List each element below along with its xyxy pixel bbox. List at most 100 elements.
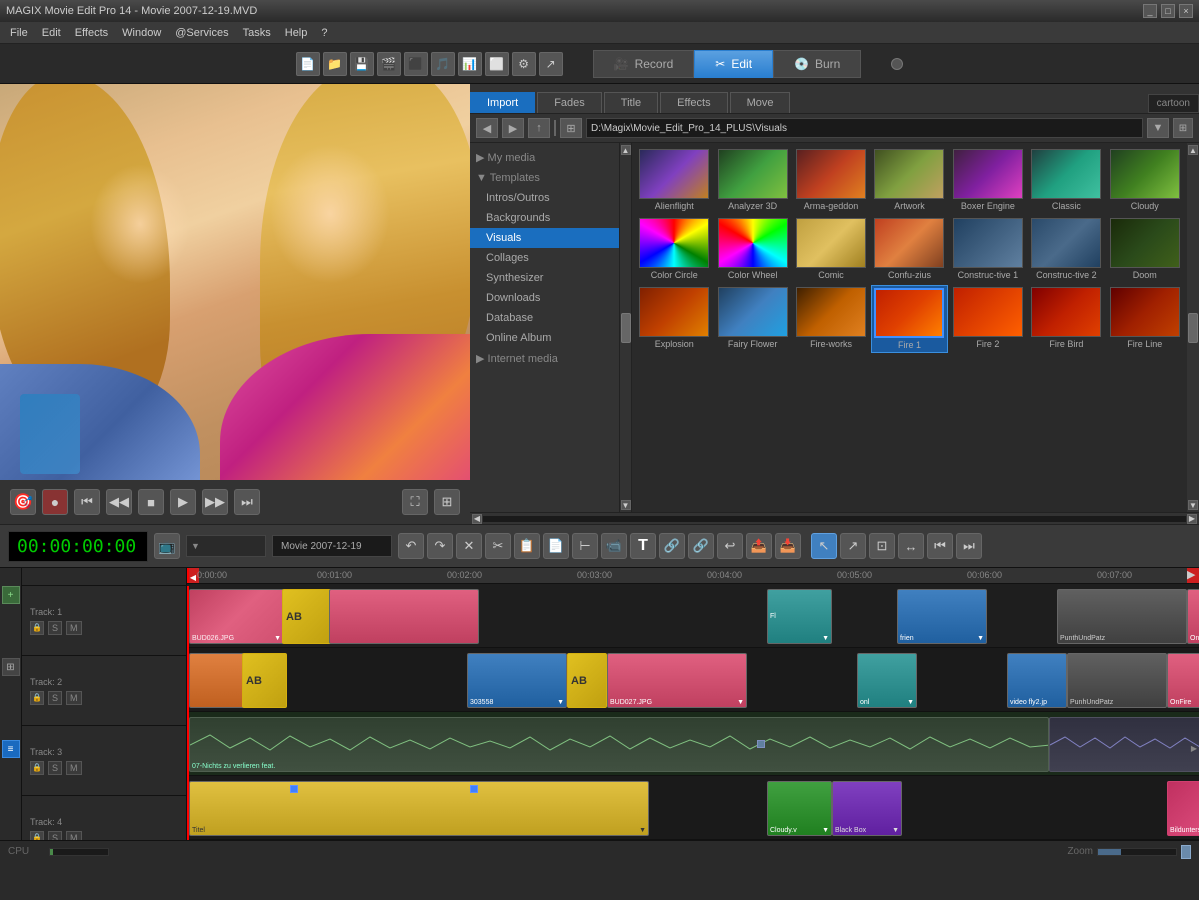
menu-effects[interactable]: Effects	[69, 25, 114, 41]
clip-audio-1[interactable]: 07-Nichts zu verlieren feat.	[189, 717, 1049, 772]
track-2-solo[interactable]: S	[48, 691, 62, 705]
clip-303558[interactable]: 303558 ▼	[467, 653, 567, 708]
clip-video-1[interactable]: Fl ▼	[767, 589, 832, 644]
menu-file[interactable]: File	[4, 25, 34, 41]
clip-video-1-dropdown[interactable]: ▼	[822, 635, 829, 642]
path-dropdown-btn[interactable]: ▼	[1147, 118, 1169, 138]
skip-fwd2-btn[interactable]: ⏭	[956, 533, 982, 559]
tree-synthesizer[interactable]: Synthesizer	[470, 268, 619, 288]
menu-window[interactable]: Window	[116, 25, 167, 41]
media-item-fire2[interactable]: Fire 2	[950, 285, 1026, 354]
menu-tasks[interactable]: Tasks	[237, 25, 277, 41]
tab-title[interactable]: Title	[604, 92, 658, 113]
tree-backgrounds[interactable]: Backgrounds	[470, 208, 619, 228]
tree-visuals[interactable]: Visuals	[470, 228, 619, 248]
track-3-mute[interactable]: M	[66, 761, 82, 775]
track-4-solo[interactable]: S	[48, 831, 62, 841]
video-btn[interactable]: 📹	[601, 533, 627, 559]
cursor-btn[interactable]: ↖	[811, 533, 837, 559]
timecode-format-select[interactable]: ▼	[186, 535, 266, 557]
media-item-alienflight[interactable]: Alienflight	[636, 147, 712, 214]
tab-move[interactable]: Move	[730, 92, 791, 113]
add-track-btn[interactable]: +	[2, 586, 20, 604]
clip-bud026[interactable]: BUD026.JPG ▼	[189, 589, 284, 644]
media-item-firebird[interactable]: Fire Bird	[1028, 285, 1104, 354]
grid-scrollbar[interactable]: ▲ ▼	[1187, 143, 1199, 512]
cut-btn[interactable]: ✂	[485, 533, 511, 559]
clip-audio-2[interactable]	[1049, 717, 1199, 772]
timeline-zoom-btn[interactable]: ⊞	[2, 658, 20, 676]
media-item-analyzer3d[interactable]: Analyzer 3D	[714, 147, 790, 214]
clip-blackbox-dropdown[interactable]: ▼	[892, 827, 899, 834]
clip-ab-t2b[interactable]: AB	[567, 653, 607, 708]
nav-fwd-btn[interactable]: ▶	[502, 118, 524, 138]
track-1-solo[interactable]: S	[48, 621, 62, 635]
media-item-fairy[interactable]: Fairy Flower	[714, 285, 790, 354]
clip-bud027[interactable]: BUD027.JPG ▼	[607, 653, 747, 708]
media-item-fire1[interactable]: Fire 1	[871, 285, 947, 354]
media-item-explosion[interactable]: Explosion	[636, 285, 712, 354]
menu-edit[interactable]: Edit	[36, 25, 67, 41]
track-3-solo[interactable]: S	[48, 761, 62, 775]
clip-titel-dropdown[interactable]: ▼	[639, 827, 646, 834]
nav-up-btn[interactable]: ↑	[528, 118, 550, 138]
tree-online-album[interactable]: Online Album	[470, 328, 619, 348]
snap-btn[interactable]: ⊞	[434, 489, 460, 515]
zoom-slider-track[interactable]	[1097, 848, 1177, 856]
clip-onfire-1[interactable]: OnFire	[1187, 589, 1199, 644]
mode-burn-btn[interactable]: 💿 Burn	[773, 50, 861, 78]
grid-view-btn[interactable]: ⊞	[1173, 118, 1193, 138]
clip-onl[interactable]: onl ▼	[857, 653, 917, 708]
select-btn[interactable]: ↗	[840, 533, 866, 559]
clip-cloudy-dropdown[interactable]: ▼	[822, 827, 829, 834]
track-2-lock[interactable]: 🔒	[30, 691, 44, 705]
clip-videofly[interactable]: video fly2.jp	[1007, 653, 1067, 708]
tree-internet-media[interactable]: ▶ Internet media	[470, 348, 619, 369]
track-1-lock[interactable]: 🔒	[30, 621, 44, 635]
media-item-armageddon[interactable]: Arma-geddon	[793, 147, 869, 214]
toolbar-btn8[interactable]: ⬜	[485, 52, 509, 76]
split-btn[interactable]: ⊢	[572, 533, 598, 559]
menu-help[interactable]: Help	[279, 25, 314, 41]
slip-btn[interactable]: ↔	[898, 533, 924, 559]
tab-effects[interactable]: Effects	[660, 92, 727, 113]
clip-bud027-dropdown[interactable]: ▼	[737, 699, 744, 706]
link-btn[interactable]: 🔗	[659, 533, 685, 559]
tab-cartoon[interactable]: cartoon	[1148, 94, 1199, 113]
toolbar-btn6[interactable]: 🎵	[431, 52, 455, 76]
tab-import[interactable]: Import	[470, 92, 535, 113]
toolbar-save[interactable]: 💾	[350, 52, 374, 76]
export-btn[interactable]: 📤	[746, 533, 772, 559]
media-item-colorcircle[interactable]: Color Circle	[636, 216, 712, 283]
tab-fades[interactable]: Fades	[537, 92, 602, 113]
trim-btn[interactable]: ⊡	[869, 533, 895, 559]
media-item-cloudy[interactable]: Cloudy	[1107, 147, 1183, 214]
clip-blackbox[interactable]: Black Box ▼	[832, 781, 902, 836]
media-item-boxer[interactable]: Boxer Engine	[950, 147, 1026, 214]
clip-pink-1[interactable]	[329, 589, 479, 644]
zoom-handle[interactable]	[1181, 845, 1191, 859]
tree-templates[interactable]: ▼ Templates	[470, 168, 619, 188]
copy-btn[interactable]: 📋	[514, 533, 540, 559]
toolbar-btn10[interactable]: ↗	[539, 52, 563, 76]
toolbar-btn5[interactable]: ⬛	[404, 52, 428, 76]
toolbar-btn9[interactable]: ⚙	[512, 52, 536, 76]
unlink-btn[interactable]: 🔗	[688, 533, 714, 559]
tree-database[interactable]: Database	[470, 308, 619, 328]
minimize-btn[interactable]: _	[1143, 4, 1157, 18]
toolbar-btn4[interactable]: 🎬	[377, 52, 401, 76]
toolbar-new[interactable]: 📄	[296, 52, 320, 76]
clip-video-2-dropdown[interactable]: ▼	[977, 635, 984, 642]
tree-intros[interactable]: Intros/Outros	[470, 188, 619, 208]
tree-downloads[interactable]: Downloads	[470, 288, 619, 308]
mode-edit-btn[interactable]: ✂ Edit	[694, 50, 773, 78]
media-item-confuzius[interactable]: Confu-zius	[871, 216, 947, 283]
clip-punth-2[interactable]: PunhUndPatz	[1067, 653, 1167, 708]
prev-cam-btn[interactable]: 🎯	[10, 489, 36, 515]
track-2-mute[interactable]: M	[66, 691, 82, 705]
skip-back-btn[interactable]: ⏮	[74, 489, 100, 515]
clip-punth-1[interactable]: PunthUndPatz	[1057, 589, 1187, 644]
media-item-fireworks[interactable]: Fire-works	[793, 285, 869, 354]
text-btn[interactable]: T	[630, 533, 656, 559]
media-item-colorwheel[interactable]: Color Wheel	[714, 216, 790, 283]
